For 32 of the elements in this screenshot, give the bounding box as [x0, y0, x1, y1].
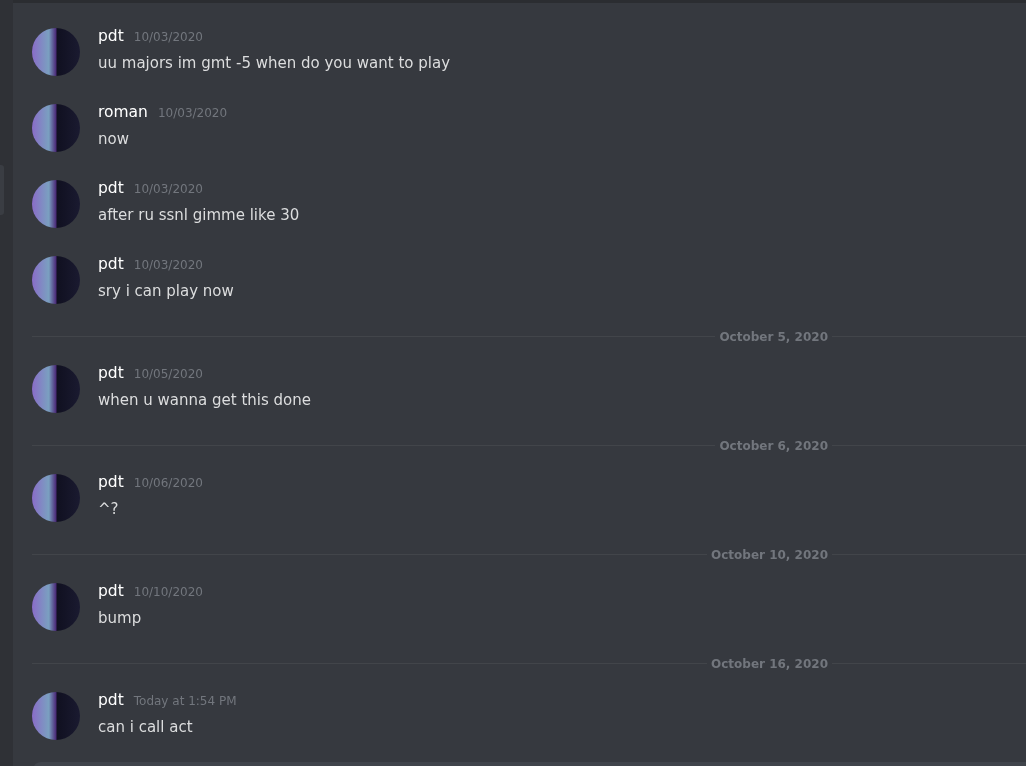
username[interactable]: pdt — [98, 27, 124, 45]
username[interactable]: pdt — [98, 691, 124, 709]
message-text: ^? — [98, 499, 120, 520]
timestamp: 10/03/2020 — [133, 182, 203, 196]
avatar-image[interactable] — [32, 180, 80, 228]
username[interactable]: pdt — [98, 364, 124, 382]
avatar-image[interactable] — [32, 104, 80, 152]
timestamp: 10/03/2020 — [157, 106, 228, 120]
message-text: bump — [98, 608, 143, 629]
avatar-image[interactable] — [32, 583, 80, 631]
timestamp: 10/05/2020 — [133, 367, 203, 381]
username[interactable]: pdt — [98, 473, 124, 491]
username[interactable]: pdt — [98, 255, 124, 273]
username[interactable]: roman — [98, 103, 148, 121]
timestamp: Today at 1:54 PM — [133, 694, 237, 708]
message-text: now — [98, 129, 130, 150]
username[interactable]: pdt — [98, 179, 124, 197]
message-text: after ru ssnl gimme like 30 — [98, 205, 300, 226]
message-text: sry i can play now — [98, 281, 234, 302]
avatar-image[interactable] — [32, 256, 80, 304]
timestamp: 10/06/2020 — [133, 476, 203, 490]
message-text: when u wanna get this done — [98, 390, 311, 411]
message-text: uu majors im gmt -5 when do you want to play — [98, 53, 450, 74]
avatar-image[interactable] — [32, 474, 80, 522]
avatar-image[interactable] — [32, 692, 80, 740]
timestamp: 10/03/2020 — [133, 258, 203, 272]
username[interactable]: pdt — [98, 582, 124, 600]
timestamp: 10/10/2020 — [133, 585, 203, 599]
timestamp: 10/03/2020 — [133, 30, 203, 44]
avatar-image[interactable] — [32, 28, 80, 76]
avatar-image[interactable] — [32, 365, 80, 413]
message-text: can i call act — [98, 717, 194, 738]
